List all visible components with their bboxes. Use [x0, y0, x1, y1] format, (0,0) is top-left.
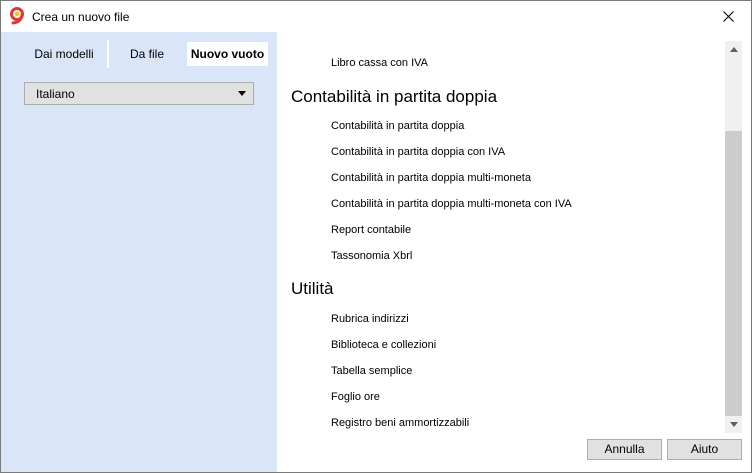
group-heading: Contabilità in partita doppia: [291, 87, 498, 106]
close-icon: [722, 11, 734, 22]
window-title: Crea un nuovo file: [32, 10, 130, 24]
vertical-scrollbar[interactable]: [725, 41, 742, 433]
arrow-up-icon: [729, 47, 738, 52]
arrow-down-icon: [729, 422, 738, 427]
caret-down-icon: [238, 91, 246, 96]
scroll-down-button[interactable]: [725, 416, 742, 433]
template-list: Libro cassa con IVA Contabilità in parti…: [277, 32, 751, 472]
list-item[interactable]: Contabilità in partita doppia con IVA: [331, 146, 505, 158]
list-item[interactable]: Rubrica indirizzi: [331, 313, 409, 325]
close-button[interactable]: [705, 1, 751, 32]
tab-nuovo-vuoto[interactable]: Nuovo vuoto: [187, 42, 268, 66]
list-item[interactable]: Tabella semplice: [331, 365, 412, 377]
language-select[interactable]: Italiano: [24, 82, 254, 105]
language-select-value: Italiano: [36, 87, 75, 101]
new-file-dialog: Crea un nuovo file Dai modelli Da file N…: [0, 0, 752, 473]
list-item[interactable]: Contabilità in partita doppia: [331, 120, 464, 132]
title-bar: Crea un nuovo file: [1, 1, 751, 32]
scrollbar-thumb[interactable]: [725, 131, 742, 416]
list-item[interactable]: Registro beni ammortizzabili: [331, 417, 469, 429]
list-item[interactable]: Contabilità in partita doppia multi-mone…: [331, 198, 572, 210]
list-item[interactable]: Report contabile: [331, 224, 411, 236]
list-item[interactable]: Contabilità in partita doppia multi-mone…: [331, 172, 531, 184]
group-heading: Utilità: [291, 279, 334, 298]
cancel-button[interactable]: Annulla: [587, 439, 662, 460]
list-item[interactable]: Foglio ore: [331, 391, 380, 403]
banana-logo-icon: [10, 7, 24, 25]
list-item[interactable]: Biblioteca e collezioni: [331, 339, 436, 351]
help-button[interactable]: Aiuto: [667, 439, 742, 460]
tab-separator: [107, 40, 109, 68]
sidebar: Dai modelli Da file Nuovo vuoto Italiano: [1, 32, 277, 472]
tab-dai-modelli[interactable]: Dai modelli: [31, 42, 97, 66]
scroll-up-button[interactable]: [725, 41, 742, 58]
list-item[interactable]: Libro cassa con IVA: [331, 57, 428, 69]
tab-da-file[interactable]: Da file: [123, 42, 171, 66]
list-item[interactable]: Tassonomia Xbrl: [331, 250, 412, 262]
